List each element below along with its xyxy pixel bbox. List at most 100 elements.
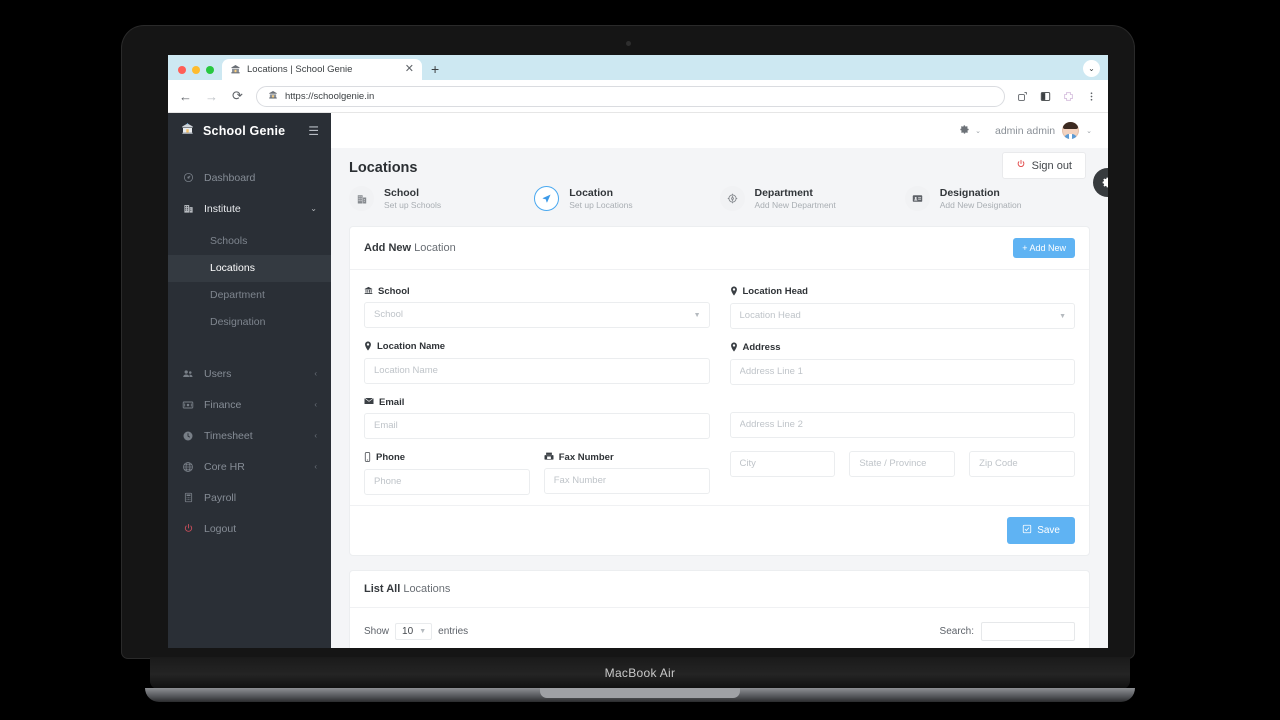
sidebar-item-institute[interactable]: Institute ⌄ (168, 193, 331, 224)
navigation-icon (534, 186, 560, 212)
field-school: School ▼ (364, 286, 710, 328)
step-designation[interactable]: Designation Add New Designation (904, 186, 1090, 212)
add-new-button[interactable]: + Add New (1013, 237, 1075, 258)
envelope-icon (364, 397, 374, 407)
sidebar-label-dashboard: Dashboard (204, 171, 256, 184)
save-check-icon (1022, 524, 1032, 537)
field-email-label: Email (364, 397, 710, 408)
split-view-icon[interactable] (1039, 90, 1052, 103)
location-head-select-wrap: ▼ (729, 302, 1075, 329)
sidebar-submenu-institute: Schools Locations Department Designation (168, 224, 331, 342)
power-icon (1016, 159, 1026, 172)
save-button[interactable]: Save (1007, 516, 1075, 544)
forward-button[interactable]: → (204, 89, 219, 104)
payroll-icon (182, 492, 194, 503)
sidebar-item-users[interactable]: Users ‹ (168, 358, 331, 389)
chevron-left-icon: ‹ (314, 369, 317, 378)
sidebar-item-timesheet[interactable]: Timesheet ‹ (168, 420, 331, 451)
app-topbar: ⌄ admin admin ⌄ (331, 113, 1108, 148)
zip-input[interactable] (969, 450, 1075, 477)
field-address-label-text: Address (742, 342, 781, 354)
sidebar-label-users: Users (204, 367, 232, 380)
chevron-down-icon: ⌄ (310, 204, 317, 213)
field-location-head-label: Location Head (730, 286, 1076, 298)
sidebar-item-finance[interactable]: Finance ‹ (168, 389, 331, 420)
kebab-menu-icon[interactable] (1085, 90, 1098, 103)
list-locations-card: List All Locations Show 10 ▼ entries Sea… (349, 569, 1090, 648)
sidebar-item-locations[interactable]: Locations (168, 255, 331, 282)
address-bar-url: https://schoolgenie.in (285, 90, 375, 102)
new-tab-button[interactable]: + (422, 62, 448, 80)
user-name: admin admin (995, 124, 1056, 137)
school-select-wrap: ▼ (364, 301, 710, 328)
browser-tabstrip: Locations | School Genie ✕ + ⌄ (168, 55, 1108, 80)
sidebar-label-institute: Institute (204, 202, 241, 215)
list-title-bold: List All (364, 582, 401, 595)
browser-window: Locations | School Genie ✕ + ⌄ ← → ⟳ htt… (168, 55, 1108, 648)
maximize-window-button[interactable] (206, 66, 214, 74)
search-input[interactable] (981, 621, 1075, 641)
chevron-down-icon[interactable]: ⌄ (1083, 60, 1100, 77)
location-name-input[interactable] (364, 357, 710, 384)
sidebar-item-payroll[interactable]: Payroll (168, 482, 331, 513)
dashboard-icon (182, 172, 194, 183)
step-department[interactable]: Department Add New Department (719, 186, 905, 212)
add-location-card: Add New Location + Add New School School… (349, 225, 1090, 556)
sign-out-label: Sign out (1031, 159, 1072, 172)
field-location-head: Location Head ▼ (729, 286, 1076, 329)
window-traffic-lights[interactable] (176, 66, 222, 80)
state-input[interactable] (849, 450, 956, 477)
sign-out-button[interactable]: Sign out (1001, 152, 1086, 179)
sidebar-label-core-hr: Core HR (204, 460, 245, 473)
address-line1-input[interactable] (729, 358, 1075, 385)
add-location-title-rest: Location (411, 241, 456, 254)
sidebar-item-department[interactable]: Department (168, 282, 331, 309)
reload-button[interactable]: ⟳ (230, 88, 245, 104)
back-button[interactable]: ← (178, 89, 193, 104)
chevron-left-icon: ‹ (314, 462, 317, 471)
step-title: School (384, 187, 420, 199)
close-icon[interactable]: ✕ (405, 64, 414, 75)
settings-menu[interactable]: ⌄ (959, 124, 981, 138)
email-input[interactable] (364, 412, 710, 439)
field-fax-label-text: Fax Number (558, 451, 614, 463)
school-favicon-icon (230, 64, 241, 75)
step-school[interactable]: School Set up Schools (349, 186, 534, 212)
sidebar-item-designation[interactable]: Designation (168, 309, 331, 336)
show-label: Show (364, 625, 390, 637)
building-icon (349, 186, 374, 212)
brand-header[interactable]: School Genie ☰ (168, 113, 331, 148)
share-icon[interactable] (1016, 90, 1029, 103)
users-icon (182, 368, 194, 380)
phone-input[interactable] (364, 468, 530, 495)
device-label: MacBook Air (604, 666, 676, 680)
sidebar-item-dashboard[interactable]: Dashboard (168, 162, 331, 193)
school-select[interactable] (364, 301, 710, 328)
address-bar[interactable]: https://schoolgenie.in (256, 85, 1005, 107)
close-window-button[interactable] (178, 66, 186, 74)
sidebar-nav: Dashboard Institute ⌄ Schools Locations … (168, 162, 331, 544)
city-input[interactable] (729, 450, 836, 477)
sidebar-item-logout[interactable]: Logout (168, 513, 331, 544)
fax-input[interactable] (543, 467, 710, 494)
minimize-window-button[interactable] (192, 66, 200, 74)
location-head-select[interactable] (729, 302, 1075, 329)
hamburger-menu-icon[interactable]: ☰ (308, 125, 319, 137)
entries-per-page-select[interactable]: 10 ▼ (395, 622, 433, 640)
add-location-card-footer: Save (350, 504, 1089, 555)
address-line2-input[interactable] (729, 411, 1075, 438)
browser-tab[interactable]: Locations | School Genie ✕ (222, 59, 422, 80)
step-location[interactable]: Location Set up Locations (534, 186, 719, 212)
sidebar-label-timesheet: Timesheet (204, 429, 253, 442)
field-location-name-label-text: Location Name (377, 341, 446, 353)
id-card-icon (904, 186, 930, 212)
user-menu[interactable]: admin admin ⌄ (995, 122, 1092, 139)
extensions-icon[interactable] (1062, 90, 1075, 103)
show-entries-group: Show 10 ▼ entries (364, 622, 468, 640)
field-state (849, 450, 956, 477)
save-label: Save (1037, 524, 1060, 536)
sidebar-item-core-hr[interactable]: Core HR ‹ (168, 451, 331, 482)
sidebar-item-schools[interactable]: Schools (168, 228, 331, 255)
browser-toolbar-icons (1016, 90, 1098, 103)
institute-icon (182, 203, 194, 214)
